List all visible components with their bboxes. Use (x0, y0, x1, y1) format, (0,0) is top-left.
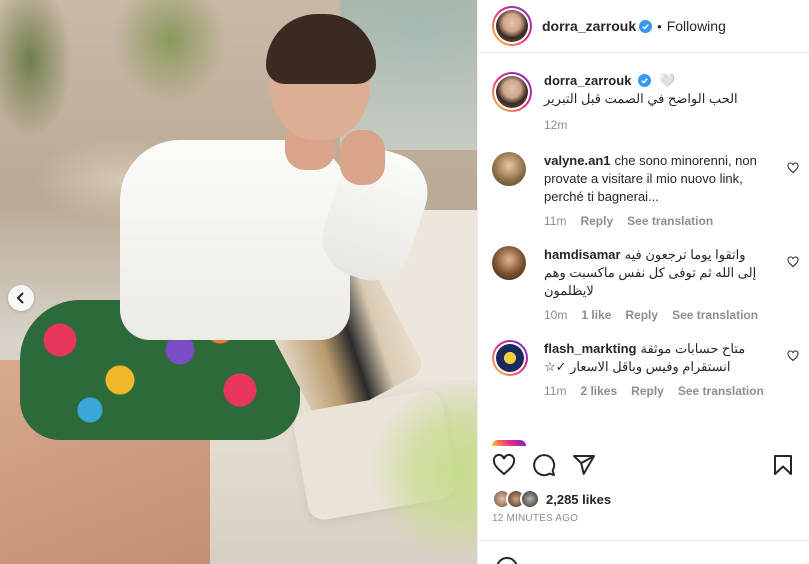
comment-item: flash_markting متاح حسابات موثقة انستقرام… (478, 340, 809, 398)
liker-avatar[interactable] (520, 489, 540, 509)
post-timestamp[interactable]: 12 MINUTES AGO (492, 513, 578, 524)
caption-avatar[interactable] (492, 72, 532, 112)
see-translation-button[interactable]: See translation (627, 214, 713, 228)
caption-row: dorra_zarrouk 🤍 الحب الواضح في الصمت قبل… (478, 72, 809, 132)
comment-username[interactable]: hamdisamar (544, 247, 621, 262)
verified-icon (638, 74, 652, 87)
heart-icon[interactable] (492, 453, 516, 477)
hand (340, 130, 385, 185)
chevron-left-icon (16, 292, 24, 304)
see-translation-button[interactable]: See translation (672, 308, 758, 322)
caption-username[interactable]: dorra_zarrouk (544, 73, 631, 88)
comment-avatar[interactable] (492, 152, 526, 186)
comment-item: valyne.an1 che sono minorenni, non provat… (478, 152, 809, 228)
comment-item: hamdisamar واتقوا يوما ترجعون فيه إلى الل… (478, 246, 809, 322)
emoji-icon[interactable] (496, 557, 518, 564)
bookmark-icon[interactable] (771, 453, 795, 477)
caption-emoji: 🤍 (659, 73, 676, 88)
post-side-panel: dorra_zarrouk • Following dorra_zarrouk … (477, 0, 809, 564)
following-button[interactable]: Following (667, 18, 726, 34)
heart-icon[interactable] (787, 256, 799, 268)
comment-avatar[interactable] (492, 340, 528, 376)
caption-time[interactable]: 12m (544, 118, 567, 132)
caption-text: الحب الواضح في الصمت قبل التبرير (544, 91, 738, 106)
likes-row: 2,285 likes (492, 489, 611, 509)
next-comment-avatar (492, 440, 526, 446)
see-translation-button[interactable]: See translation (678, 384, 764, 398)
author-username[interactable]: dorra_zarrouk (542, 18, 636, 34)
separator-dot: • (657, 18, 662, 34)
white-shirt (120, 140, 350, 340)
post-photo[interactable] (0, 0, 477, 564)
post-header: dorra_zarrouk • Following (478, 0, 809, 53)
comment-likes[interactable]: 2 likes (580, 384, 617, 398)
author-avatar[interactable] (492, 6, 532, 46)
comment-likes[interactable]: 1 like (581, 308, 611, 322)
reply-button[interactable]: Reply (580, 214, 613, 228)
likes-count[interactable]: 2,285 likes (546, 492, 611, 507)
comment-icon[interactable] (532, 453, 556, 477)
verified-icon (639, 19, 653, 33)
share-icon[interactable] (572, 453, 596, 477)
reply-button[interactable]: Reply (631, 384, 664, 398)
post-actions (478, 453, 809, 477)
heart-icon[interactable] (787, 162, 799, 174)
heart-icon[interactable] (787, 350, 799, 362)
comment-time[interactable]: 11m (544, 384, 566, 398)
comment-username[interactable]: flash_markting (544, 341, 636, 356)
comment-username[interactable]: valyne.an1 (544, 153, 611, 168)
comment-time[interactable]: 10m (544, 308, 567, 322)
add-comment-bar (478, 540, 809, 564)
comment-time[interactable]: 11m (544, 214, 566, 228)
comment-avatar[interactable] (492, 246, 526, 280)
carousel-prev-button[interactable] (8, 285, 34, 311)
reply-button[interactable]: Reply (625, 308, 658, 322)
comments-list[interactable]: dorra_zarrouk 🤍 الحب الواضح في الصمت قبل… (478, 54, 809, 442)
